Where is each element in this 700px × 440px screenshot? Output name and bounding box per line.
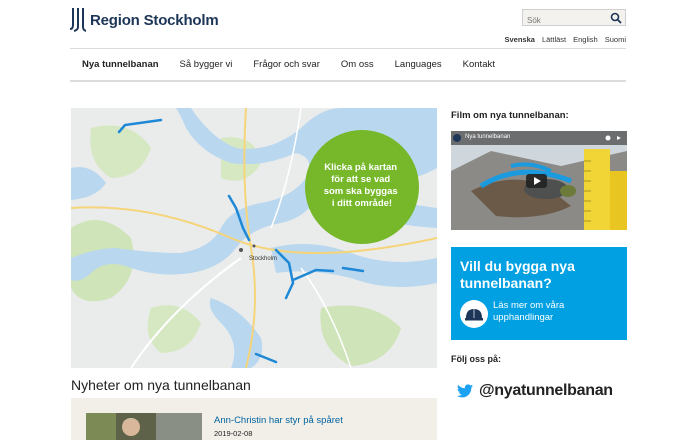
news-section-title: Nyheter om nya tunnelbanan <box>71 377 251 393</box>
project-map[interactable]: Stockholm Klicka på kartan för att se va… <box>71 108 437 368</box>
nav-item-fragor-och-svar[interactable]: Frågor och svar <box>253 59 320 70</box>
news-item-headline[interactable]: Ann-Christin har styr på spåret <box>214 415 343 426</box>
region-stockholm-logo[interactable]: Region Stockholm <box>70 8 219 32</box>
promo-link[interactable]: Läs mer om våra upphandlingar <box>493 300 623 324</box>
lang-link-suomi[interactable]: Suomi <box>605 35 626 44</box>
twitter-handle: @nyatunnelbanan <box>479 382 613 399</box>
logo-mark-icon <box>70 8 86 32</box>
helmet-icon <box>460 300 488 328</box>
lang-link-lattlast[interactable]: Lättläst <box>542 35 566 44</box>
nav-item-languages[interactable]: Languages <box>395 59 442 70</box>
video-thumbnail <box>451 131 627 230</box>
logo-text: Region Stockholm <box>90 11 219 29</box>
lang-link-svenska[interactable]: Svenska <box>504 35 534 44</box>
video-player[interactable]: Nya tunnelbanan <box>451 131 627 230</box>
nav-item-nya-tunnelbanan[interactable]: Nya tunnelbanan <box>82 59 159 70</box>
search-input[interactable] <box>523 13 605 28</box>
map-label-stockholm: Stockholm <box>249 256 277 262</box>
svg-text:Klicka på kartan för att: Klicka på kartan för att se vad som ska … <box>324 162 401 209</box>
site-header: Region Stockholm Svenska Lättläst Englis… <box>0 0 700 48</box>
map-callout-line-3: som ska byggas <box>324 186 398 197</box>
nav-item-kontakt[interactable]: Kontakt <box>463 59 495 70</box>
twitter-link[interactable]: @nyatunnelbanan <box>457 382 613 400</box>
map-callout-line-1: Klicka på kartan <box>324 162 397 173</box>
lang-link-english[interactable]: English <box>573 35 598 44</box>
search-icon[interactable] <box>610 12 622 24</box>
film-section-title: Film om nya tunnelbanan: <box>451 110 569 121</box>
twitter-bird-icon <box>457 384 473 398</box>
search-box <box>522 9 626 28</box>
map-callout-line-2: för att se vad <box>331 174 390 185</box>
map-graphic: Stockholm Klicka på kartan för att se va… <box>71 108 437 368</box>
promo-title: Vill du bygga nya tunnelbanan? <box>460 258 575 291</box>
nav-item-sa-bygger-vi[interactable]: Så bygger vi <box>180 59 233 70</box>
news-item-date: 2019-02-08 <box>214 429 253 438</box>
follow-us-title: Följ oss på: <box>451 354 502 364</box>
language-links: Svenska Lättläst English Suomi <box>504 35 626 44</box>
news-item-image <box>86 413 202 440</box>
main-nav: Nya tunnelbanan Så bygger vi Frågor och … <box>70 48 626 82</box>
procurement-promo[interactable]: Vill du bygga nya tunnelbanan? Läs mer o… <box>451 247 627 340</box>
video-title: Nya tunnelbanan <box>465 134 511 140</box>
nav-item-om-oss[interactable]: Om oss <box>341 59 374 70</box>
map-callout-line-4: i ditt område! <box>332 198 392 209</box>
news-item[interactable]: Ann-Christin har styr på spåret 2019-02-… <box>71 398 437 440</box>
